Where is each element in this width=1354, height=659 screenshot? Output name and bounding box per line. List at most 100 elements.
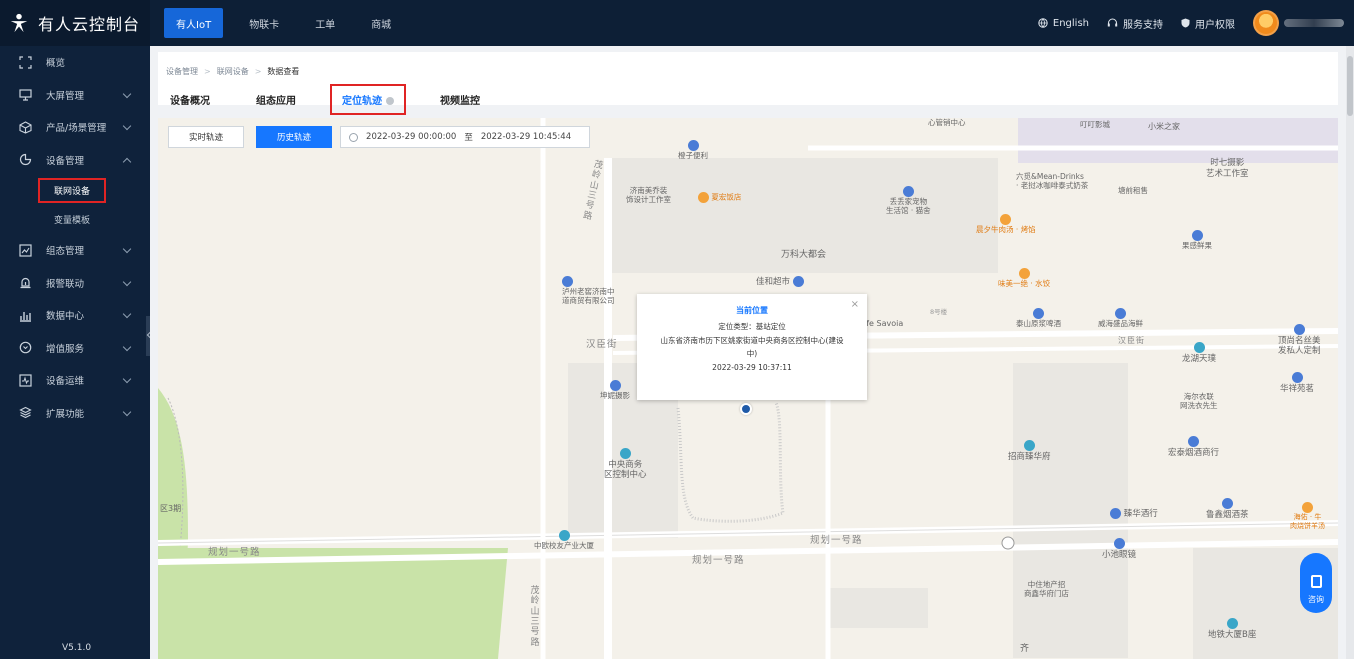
realtime-track-button[interactable]: 实时轨迹 (168, 126, 245, 148)
poi-text: 叮叮影城 (1080, 120, 1110, 129)
start-time[interactable]: 2022-03-29 00:00:00 (366, 132, 456, 142)
sidebar-sub-label: 联网设备 (37, 178, 107, 203)
sidebar-item-value-added[interactable]: 增值服务 (0, 332, 150, 365)
poi-label[interactable]: 坤妮摄影 (600, 380, 630, 400)
poi-label[interactable]: 果感鲜果 (1182, 230, 1212, 250)
poi-marker-icon (1191, 230, 1203, 241)
poi-marker-icon (687, 140, 699, 151)
sidebar-item-label: 数据中心 (46, 311, 85, 323)
language-switch[interactable]: English (1038, 18, 1089, 29)
tab-video-monitor[interactable]: 视频监控 (440, 92, 480, 107)
support-link[interactable]: 服务支持 (1107, 16, 1163, 31)
poi-label[interactable]: 招商臻华府 (1008, 440, 1051, 462)
poi-label[interactable]: 中央商务 区控制中心 (604, 448, 647, 481)
support-label: 服务支持 (1123, 19, 1163, 31)
poi-label[interactable]: 中住地产招 商鑫华府门店 (1024, 580, 1069, 599)
tab-config-app[interactable]: 组态应用 (256, 92, 296, 107)
tab-location-track[interactable]: 定位轨迹 (330, 84, 406, 115)
road-label: 规划一号路 (810, 535, 863, 546)
poi-label[interactable]: 地铁大厦B座 (1208, 618, 1256, 640)
brand-logo-icon (10, 13, 28, 33)
sidebar-item-screen[interactable]: 大屏管理 (0, 79, 150, 112)
permissions-link[interactable]: 用户权限 (1181, 16, 1235, 31)
device-icon (18, 153, 32, 167)
tab-device-overview[interactable]: 设备概况 (170, 92, 210, 107)
topnav-mall[interactable]: 商城 (353, 0, 409, 46)
poi-label[interactable]: 海佑 · 牛肉烧饼羊汤 (1290, 502, 1325, 531)
poi-label[interactable]: 鲁鑫烟酒茶 (1206, 498, 1249, 520)
scrollbar-thumb[interactable] (1347, 56, 1353, 116)
sidebar-sub-label: 变量模板 (54, 216, 91, 226)
poi-label[interactable]: 中欧校友产业大厦 (534, 530, 594, 550)
poi-label[interactable]: 小米之家 (1148, 122, 1180, 132)
poi-label[interactable]: 泸州老窖济南中 道商贸有限公司 (562, 276, 615, 306)
poi-text: 夏宏饭店 (711, 192, 742, 202)
topnav-ticket[interactable]: 工单 (297, 0, 353, 46)
sidebar-item-alarm[interactable]: 报警联动 (0, 267, 150, 300)
poi-marker-icon (562, 276, 573, 287)
poi-text: 威海盛品海鲜 (1098, 319, 1143, 328)
language-label: English (1052, 17, 1089, 29)
poi-text: 丢丢家宠物 (889, 197, 928, 206)
topnav-iot[interactable]: 有人IoT (164, 8, 224, 38)
consult-button[interactable]: 咨询 (1300, 553, 1332, 613)
poi-label[interactable]: 济南美乔装 饰设计工作室 (626, 186, 671, 205)
brand[interactable]: 有人云控制台 (0, 0, 150, 46)
sidebar-item-device[interactable]: 设备管理 (0, 144, 150, 177)
sidebar-item-overview[interactable]: 概览 (0, 46, 150, 79)
poi-label[interactable]: 华祥苑茗 (1280, 372, 1314, 394)
poi-label[interactable]: 六觅&Mean-Drinks · 老挝冰咖啡泰式奶茶 (1016, 172, 1088, 191)
sidebar-item-data-center[interactable]: 数据中心 (0, 299, 150, 332)
range-separator: 至 (464, 133, 473, 143)
sidebar-item-product[interactable]: 产品/场景管理 (0, 111, 150, 144)
poi-text: 时七摄影 (1210, 158, 1245, 168)
chevron-down-icon (122, 342, 132, 351)
poi-label[interactable]: 宏泰烟酒商行 (1168, 436, 1219, 458)
breadcrumb-item[interactable]: 联网设备 (217, 66, 249, 77)
page-scrollbar[interactable] (1346, 46, 1354, 659)
date-range-picker[interactable]: 2022-03-29 00:00:00 至 2022-03-29 10:45:4… (340, 126, 591, 148)
sidebar-sub-variable-templates[interactable]: 变量模板 (0, 205, 150, 234)
help-icon[interactable] (386, 97, 394, 105)
poi-text: 艺术工作室 (1206, 168, 1249, 179)
poi-label[interactable]: 橙子便利 (678, 140, 708, 160)
poi-label[interactable]: 晨夕牛肉汤 · 烤馅 (976, 214, 1036, 234)
sidebar-item-extensions[interactable]: 扩展功能 (0, 397, 150, 430)
close-icon[interactable]: × (851, 296, 859, 314)
poi-label[interactable]: 时七摄影 艺术工作室 (1206, 158, 1249, 179)
user-menu[interactable] (1253, 10, 1344, 36)
poi-text: 发私人定制 (1278, 346, 1321, 357)
poi-label[interactable]: 佳和超市 (756, 276, 804, 288)
poi-label[interactable]: 塘前租售 (1118, 186, 1148, 195)
poi-label[interactable]: 心管销中心 (928, 118, 966, 127)
poi-label[interactable]: 龙湖天璞 (1182, 342, 1216, 364)
poi-label[interactable]: 威海盛品海鲜 (1098, 308, 1143, 328)
sidebar-item-label: 扩展功能 (46, 408, 85, 420)
poi-label[interactable]: 顶尚名丝美 发私人定制 (1278, 324, 1321, 357)
poi-label[interactable]: 丢丢家宠物 生活馆 · 猫舍 (886, 186, 931, 216)
sidebar-item-config[interactable]: 组态管理 (0, 234, 150, 267)
end-time[interactable]: 2022-03-29 10:45:44 (481, 132, 571, 142)
sidebar-item-label: 报警联动 (46, 278, 85, 290)
history-track-button[interactable]: 历史轨迹 (256, 126, 333, 148)
sidebar-item-label: 概览 (46, 58, 66, 70)
poi-text: 海尔衣联 (1183, 392, 1214, 401)
poi-label[interactable]: 泰山原浆啤酒 (1016, 308, 1061, 328)
sidebar-item-ops[interactable]: 设备运维 (0, 364, 150, 397)
poi-marker-icon (1291, 372, 1303, 383)
poi-label[interactable]: 臻华酒行 (1110, 508, 1158, 520)
poi-label[interactable]: 小池眼镜 (1102, 538, 1136, 560)
poi-text: 小米之家 (1148, 122, 1180, 131)
poi-text: 果感鲜果 (1182, 241, 1212, 250)
poi-label[interactable]: 海尔衣联 网洗衣先生 (1180, 392, 1218, 411)
breadcrumb-item[interactable]: 设备管理 (166, 66, 198, 77)
sidebar-sub-networked-devices[interactable]: 联网设备 (0, 176, 150, 205)
location-marker-icon[interactable] (740, 403, 752, 415)
topnav-iot-card[interactable]: 物联卡 (231, 0, 297, 46)
map-view[interactable]: 实时轨迹 历史轨迹 2022-03-29 00:00:00 至 2022-03-… (158, 118, 1338, 659)
poi-text: 佳和超市 (756, 277, 791, 287)
poi-text: 商鑫华府门店 (1024, 589, 1069, 599)
poi-label[interactable]: 夏宏饭店 (698, 192, 741, 203)
poi-label[interactable]: 叮叮影城 (1080, 120, 1110, 129)
poi-label[interactable]: 味美一绝 · 水饺 (998, 268, 1050, 288)
